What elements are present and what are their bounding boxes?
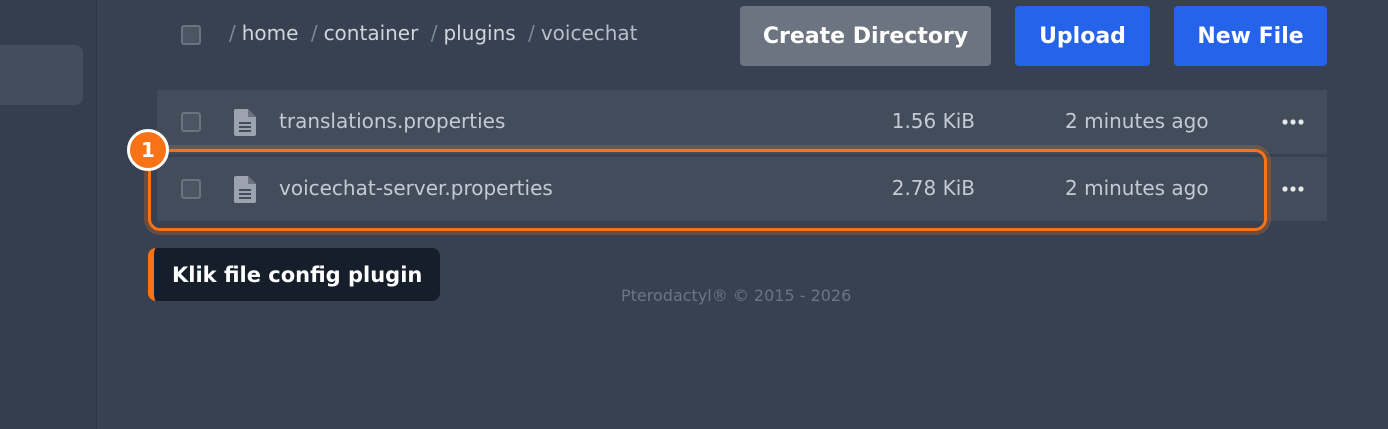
breadcrumb: / home / container / plugins / voicechat [229, 21, 638, 45]
breadcrumb-separator: / [528, 21, 535, 45]
file-modified-time: 2 minutes ago [1065, 109, 1209, 133]
tutorial-tooltip: Klik file config plugin [148, 248, 441, 301]
breadcrumb-separator: / [229, 21, 236, 45]
breadcrumb-separator: / [430, 21, 438, 45]
sidebar [0, 0, 97, 429]
file-name[interactable]: translations.properties [279, 109, 505, 133]
file-size: 1.56 KiB [891, 109, 975, 133]
footer-copyright: Pterodactyl® © 2015 - 2026 [621, 286, 852, 305]
breadcrumb-separator: / [310, 21, 318, 45]
breadcrumb-item-plugins[interactable]: plugins [443, 21, 515, 45]
upload-button[interactable]: Upload [1015, 6, 1150, 66]
breadcrumb-item-voicechat: voicechat [540, 21, 638, 45]
file-select-checkbox[interactable] [181, 112, 201, 132]
sidebar-active-item[interactable] [0, 45, 83, 105]
select-all-checkbox[interactable] [181, 25, 201, 45]
more-options-icon[interactable] [1281, 177, 1305, 201]
step-number-badge: 1 [127, 129, 169, 171]
breadcrumb-item-home[interactable]: home [242, 21, 299, 45]
more-options-icon[interactable] [1281, 110, 1305, 134]
breadcrumb-item-container[interactable]: container [324, 21, 419, 45]
tutorial-highlight-box [148, 149, 1267, 231]
file-text-icon [234, 109, 256, 136]
file-row[interactable]: translations.properties 1.56 KiB 2 minut… [157, 90, 1327, 154]
create-directory-button[interactable]: Create Directory [740, 6, 991, 66]
new-file-button[interactable]: New File [1174, 6, 1327, 66]
